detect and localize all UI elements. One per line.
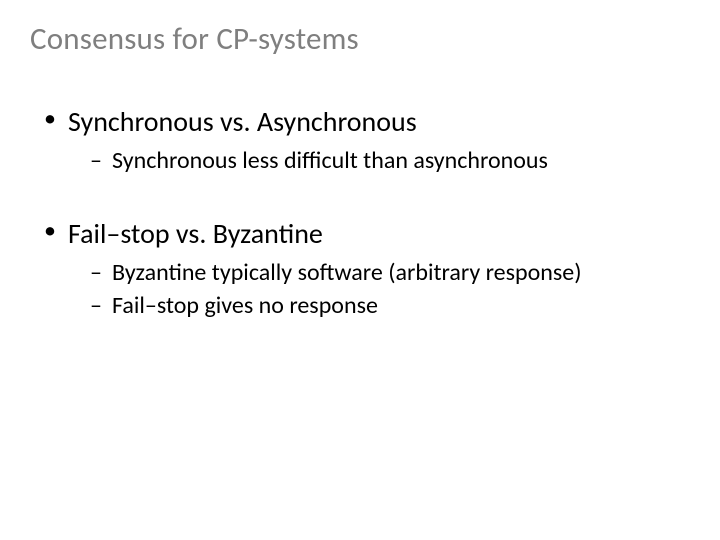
bullet-text: Fail–stop vs. Byzantine (68, 216, 323, 251)
bullet-text: Synchronous vs. Asynchronous (68, 104, 417, 139)
slide-title: Consensus for CP-systems (30, 20, 690, 58)
sub-bullet-text: Synchronous less difficult than asynchro… (112, 146, 548, 175)
sub-bullet-text: Fail–stop gives no response (112, 291, 378, 320)
bullet-list: Synchronous vs. Asynchronous Synchronous… (30, 104, 690, 322)
sub-bullet-text: Byzantine typically software (arbitrary … (112, 258, 582, 287)
sub-bullet-list: Byzantine typically software (arbitrary … (68, 257, 690, 321)
bullet-item: Fail–stop vs. Byzantine Byzantine typica… (44, 216, 690, 321)
sub-bullet-item: Synchronous less difficult than asynchro… (90, 145, 690, 176)
sub-bullet-item: Byzantine typically software (arbitrary … (90, 257, 690, 288)
sub-bullet-item: Fail–stop gives no response (90, 290, 690, 321)
bullet-item: Synchronous vs. Asynchronous Synchronous… (44, 104, 690, 176)
sub-bullet-list: Synchronous less difficult than asynchro… (68, 145, 690, 176)
slide: Consensus for CP-systems Synchronous vs.… (0, 0, 720, 540)
